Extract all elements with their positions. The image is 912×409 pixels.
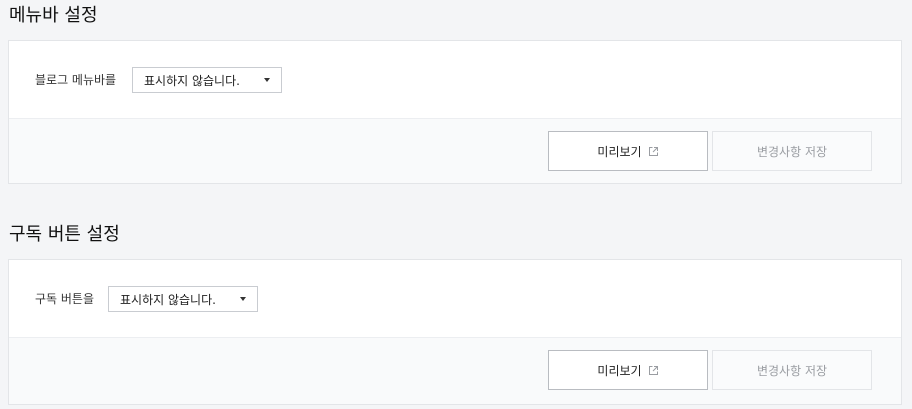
- menubar-section-title: 메뉴바 설정: [9, 5, 98, 26]
- menubar-display-select[interactable]: 표시하지 않습니다.: [132, 67, 282, 93]
- subscribe-preview-button[interactable]: 미리보기: [548, 350, 708, 390]
- menubar-save-button[interactable]: 변경사항 저장: [712, 131, 872, 171]
- subscribe-save-button[interactable]: 변경사항 저장: [712, 350, 872, 390]
- menubar-panel-body: 블로그 메뉴바를 표시하지 않습니다.: [9, 41, 901, 118]
- subscribe-panel-footer: 미리보기 변경사항 저장: [9, 337, 901, 404]
- menubar-select-value: 표시하지 않습니다.: [144, 73, 240, 88]
- subscribe-settings-panel: 구독 버튼을 표시하지 않습니다. 미리보기 변경사항 저장: [8, 259, 902, 405]
- external-link-icon: [648, 146, 658, 156]
- external-link-icon: [648, 365, 658, 375]
- menubar-panel-footer: 미리보기 변경사항 저장: [9, 118, 901, 183]
- caret-down-icon: [240, 297, 246, 301]
- preview-button-label: 미리보기: [597, 363, 642, 378]
- menubar-field-label: 블로그 메뉴바를: [35, 73, 117, 87]
- menubar-preview-button[interactable]: 미리보기: [548, 131, 708, 171]
- subscribe-section-title: 구독 버튼 설정: [9, 224, 120, 245]
- subscribe-panel-body: 구독 버튼을 표시하지 않습니다.: [9, 260, 901, 337]
- save-button-label: 변경사항 저장: [756, 363, 828, 378]
- caret-down-icon: [264, 78, 270, 82]
- menubar-settings-panel: 블로그 메뉴바를 표시하지 않습니다. 미리보기 변경사항 저장: [8, 40, 902, 184]
- subscribe-field-label: 구독 버튼을: [35, 292, 95, 306]
- preview-button-label: 미리보기: [597, 144, 642, 159]
- subscribe-display-select[interactable]: 표시하지 않습니다.: [108, 286, 258, 312]
- subscribe-select-value: 표시하지 않습니다.: [120, 292, 216, 307]
- save-button-label: 변경사항 저장: [756, 144, 828, 159]
